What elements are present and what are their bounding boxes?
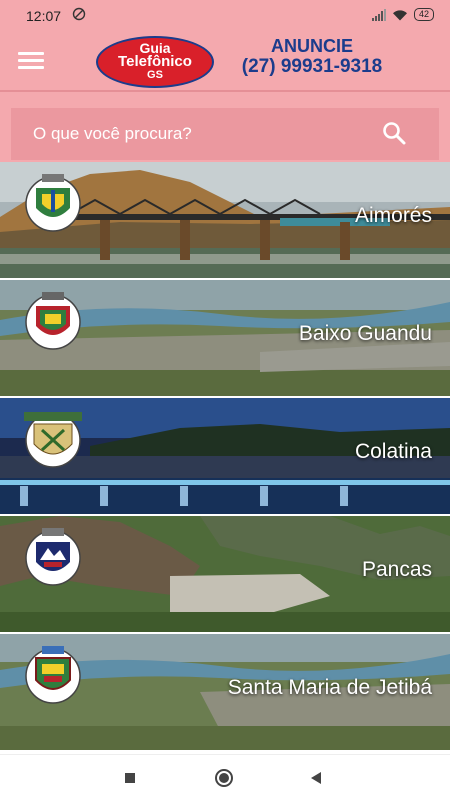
battery-icon: 42 — [413, 8, 434, 21]
recents-icon[interactable] — [120, 768, 140, 788]
wifi-icon — [392, 9, 407, 20]
back-icon[interactable] — [306, 768, 326, 788]
search-area — [0, 92, 450, 162]
app-header: Guia Telefônico GS ANUNCIE (27) 99931-93… — [0, 32, 450, 90]
logo-line-2: Telefônico — [118, 53, 192, 70]
search-input[interactable] — [31, 120, 365, 148]
search-box[interactable] — [11, 108, 439, 160]
city-name: Baixo Guandu — [298, 322, 432, 345]
advertise-banner[interactable]: ANUNCIE (27) 99931-9318 — [214, 36, 410, 78]
signal-icon — [371, 8, 386, 21]
system-nav-bar — [0, 754, 450, 801]
city-name: Pancas — [361, 558, 432, 581]
guia-telefonico-logo: Guia Telefônico GS — [96, 36, 214, 88]
advertise-phone: (27) 99931-9318 — [241, 56, 383, 77]
pancas-coat-of-arms-icon — [25, 528, 81, 586]
status-time: 12:07 — [26, 8, 62, 24]
do-not-disturb-icon — [72, 7, 86, 24]
city-card-pancas[interactable]: Pancas — [0, 516, 450, 632]
status-bar: 12:07 42 — [0, 0, 450, 32]
city-card-colatina[interactable]: Colatina — [0, 398, 450, 514]
advertise-title: ANUNCIE — [270, 36, 353, 56]
colatina-coat-of-arms-icon — [24, 412, 82, 468]
city-card-aimores[interactable]: Aimorés — [0, 162, 450, 278]
city-name: Aimorés — [354, 204, 432, 227]
aimores-coat-of-arms-icon — [25, 174, 81, 232]
city-list: Aimorés Baixo Guandu Colatina Pancas San… — [0, 162, 450, 754]
baixo-guandu-coat-of-arms-icon — [25, 292, 81, 350]
city-name: Colatina — [354, 440, 432, 463]
city-name: Santa Maria de Jetibá — [227, 676, 432, 699]
logo-line-3: GS — [147, 69, 163, 81]
search-icon[interactable] — [381, 120, 407, 146]
status-icons: 42 — [371, 8, 434, 21]
santa-maria-de-jetiba-coat-of-arms-icon — [25, 646, 81, 704]
city-card-santa-maria-de-jetiba[interactable]: Santa Maria de Jetibá — [0, 634, 450, 750]
home-icon[interactable] — [212, 768, 236, 788]
city-card-baixo-guandu[interactable]: Baixo Guandu — [0, 280, 450, 396]
hamburger-menu-icon[interactable] — [18, 52, 44, 70]
